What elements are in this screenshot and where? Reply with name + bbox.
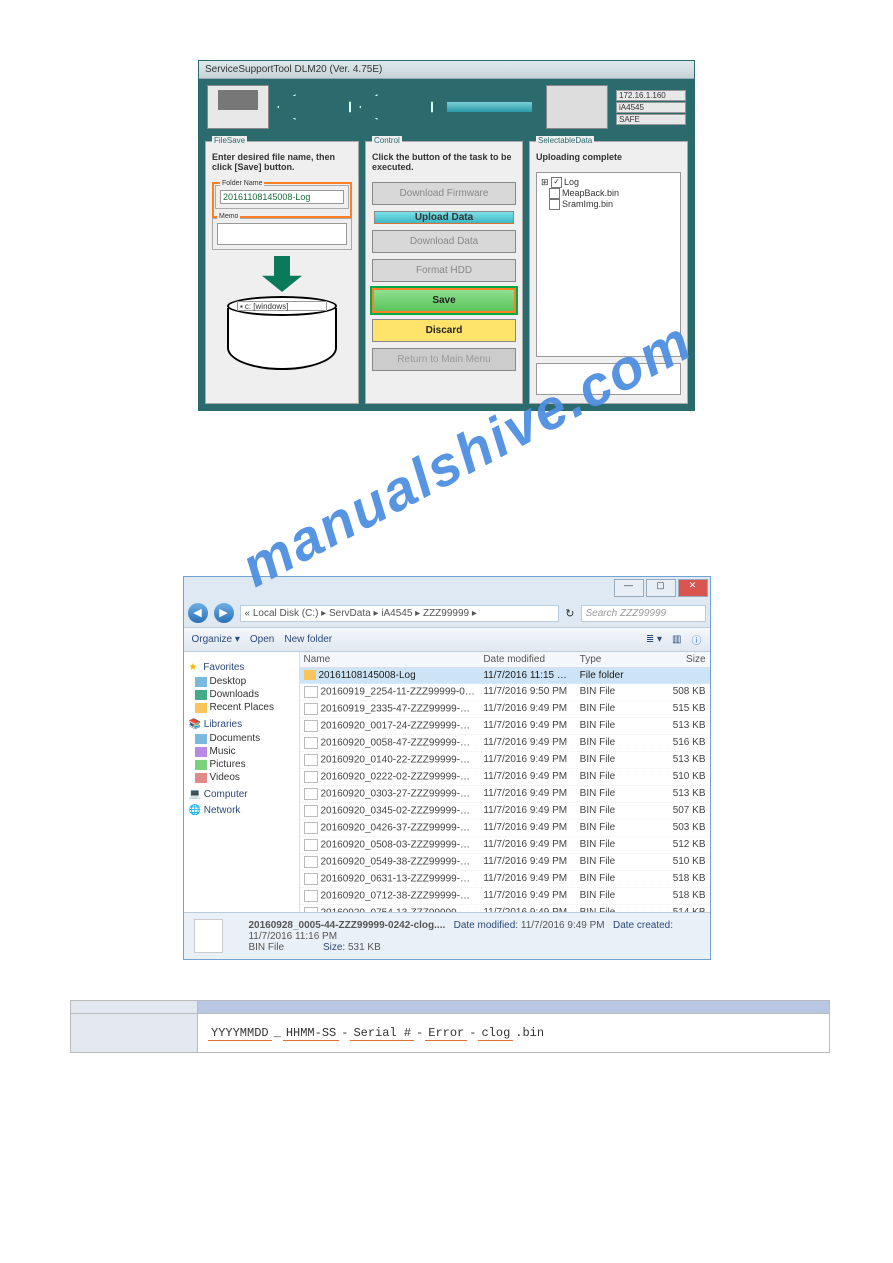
file-row[interactable]: 20161108145008-Log11/7/2016 11:15 PMFile…: [300, 668, 710, 684]
file-row[interactable]: 20160920_0508-03-ZZZ99999-0242-clog.b...…: [300, 837, 710, 854]
file-row[interactable]: 20160920_0631-13-ZZZ99999-0242-clog.b...…: [300, 871, 710, 888]
open-button[interactable]: Open: [250, 634, 274, 645]
progress-bar: [447, 102, 532, 112]
explorer-sidebar: ★ Favorites Desktop Downloads Recent Pla…: [184, 652, 300, 912]
filesave-panel: FileSave Enter desired file name, then c…: [205, 141, 359, 404]
organize-menu[interactable]: Organize ▾: [192, 634, 240, 645]
upload-data-button[interactable]: Upload Data: [374, 211, 514, 224]
disk-cylinder-icon: c: [windows]: [227, 296, 337, 370]
new-folder-button[interactable]: New folder: [284, 634, 332, 645]
arrow-icon: [359, 94, 433, 120]
down-arrow-icon: [262, 256, 302, 292]
file-thumbnail-icon: [194, 919, 224, 953]
naming-convention-cell: YYYYMMDD_HHMM-SS-Serial #-Error-clog.bin: [198, 1014, 830, 1053]
download-data-button[interactable]: Download Data: [372, 230, 516, 253]
column-headers[interactable]: Name Date modified Type Size: [300, 652, 710, 668]
sidebar-videos[interactable]: Videos: [195, 771, 294, 784]
format-hdd-button[interactable]: Format HDD: [372, 259, 516, 282]
sidebar-downloads[interactable]: Downloads: [195, 688, 294, 701]
file-row[interactable]: 20160920_0754-13-ZZZ99999-0242-clog.b...…: [300, 905, 710, 912]
details-pane: 20160928_0005-44-ZZZ99999-0242-clog.... …: [184, 912, 710, 959]
laptop-icon: [207, 85, 269, 129]
naming-convention-table: YYYYMMDD_HHMM-SS-Serial #-Error-clog.bin: [70, 1000, 830, 1053]
upload-status: Uploading complete: [536, 152, 681, 162]
file-row[interactable]: 20160920_0712-38-ZZZ99999-0242-clog.b...…: [300, 888, 710, 905]
file-row[interactable]: 20160920_0140-22-ZZZ99999-0242-clog.b...…: [300, 752, 710, 769]
file-row[interactable]: 20160920_0058-47-ZZZ99999-0242-clog.b...…: [300, 735, 710, 752]
refresh-icon[interactable]: ↻: [565, 607, 574, 620]
download-firmware-button[interactable]: Download Firmware: [372, 182, 516, 205]
control-panel: Control Click the button of the task to …: [365, 141, 523, 404]
sidebar-pictures[interactable]: Pictures: [195, 758, 294, 771]
sidebar-recent[interactable]: Recent Places: [195, 701, 294, 714]
help-icon[interactable]: ⓘ: [692, 632, 702, 647]
file-row[interactable]: 20160920_0345-02-ZZZ99999-0242-clog.b...…: [300, 803, 710, 820]
file-row[interactable]: 20160920_0426-37-ZZZ99999-0242-clog.b...…: [300, 820, 710, 837]
min-button[interactable]: —: [614, 579, 644, 597]
search-input[interactable]: Search ZZZ99999: [581, 605, 706, 622]
file-row[interactable]: 20160920_0017-24-ZZZ99999-0242-clog.b...…: [300, 718, 710, 735]
file-row[interactable]: 20160920_0222-02-ZZZ99999-0242-clog.b...…: [300, 769, 710, 786]
sidebar-desktop[interactable]: Desktop: [195, 675, 294, 688]
file-row[interactable]: 20160919_2254-11-ZZZ99999-0242-clog.b...…: [300, 684, 710, 701]
sidebar-music[interactable]: Music: [195, 745, 294, 758]
explorer-window: — ▢ ✕ ◀ ▶ « Local Disk (C:) ▸ ServData ▸…: [183, 576, 711, 960]
info-status: SAFE: [616, 114, 686, 125]
window-title: ServiceSupportTool DLM20 (Ver. 4.75E): [199, 61, 694, 79]
save-button[interactable]: Save: [372, 288, 516, 313]
memo-input[interactable]: [217, 223, 347, 245]
return-main-menu-button[interactable]: Return to Main Menu: [372, 348, 516, 371]
file-row[interactable]: 20160919_2335-47-ZZZ99999-0242-clog.b...…: [300, 701, 710, 718]
file-row[interactable]: 20160920_0303-27-ZZZ99999-0242-clog.b...…: [300, 786, 710, 803]
row-label: [71, 1014, 198, 1053]
file-row[interactable]: 20160920_0549-38-ZZZ99999-0242-clog.b...…: [300, 854, 710, 871]
discard-button[interactable]: Discard: [372, 319, 516, 342]
preview-icon[interactable]: ▥: [672, 634, 681, 645]
arrow-icon: [277, 94, 351, 120]
info-ip: 172.16.1.160: [616, 90, 686, 101]
info-model: iA4545: [616, 102, 686, 113]
view-icon[interactable]: ≣ ▾: [646, 634, 662, 645]
sidebar-documents[interactable]: Documents: [195, 732, 294, 745]
close-button[interactable]: ✕: [678, 579, 708, 597]
header-bar: 172.16.1.160 iA4545 SAFE: [199, 79, 694, 135]
filesave-instruction: Enter desired file name, then click [Sav…: [212, 152, 352, 172]
breadcrumb[interactable]: « Local Disk (C:) ▸ ServData ▸ iA4545 ▸ …: [240, 605, 560, 622]
printer-icon: [546, 85, 608, 129]
drive-select[interactable]: c: [windows]: [237, 301, 327, 311]
control-instruction: Click the button of the task to be execu…: [372, 152, 516, 172]
folder-name-input[interactable]: 20161108145008-Log: [220, 190, 344, 204]
max-button[interactable]: ▢: [646, 579, 676, 597]
